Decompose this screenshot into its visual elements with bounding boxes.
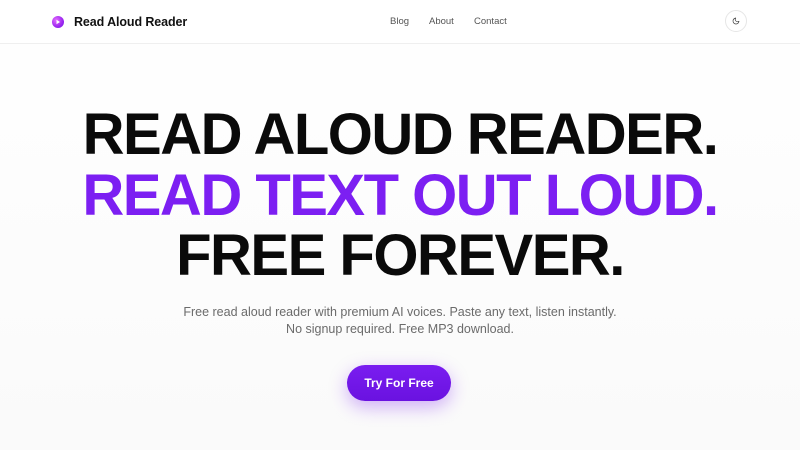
try-for-free-button[interactable]: Try For Free (347, 365, 451, 401)
main-nav: Blog About Contact (0, 14, 800, 30)
hero-heading-line-3: FREE FOREVER. (176, 223, 625, 288)
nav-link-blog[interactable]: Blog (390, 14, 409, 30)
nav-link-about[interactable]: About (429, 14, 454, 30)
site-header: Read Aloud Reader Blog About Contact (0, 0, 800, 44)
hero-heading-line-2: READ TEXT OUT LOUD. (82, 163, 719, 228)
hero-subtitle: Free read aloud reader with premium AI v… (183, 305, 617, 336)
moon-icon (732, 17, 740, 25)
hero-heading-line-1: READ ALOUD READER. (82, 102, 719, 167)
theme-toggle-button[interactable] (725, 10, 747, 32)
page: Read Aloud Reader Blog About Contact REA… (0, 0, 800, 450)
nav-link-contact[interactable]: Contact (474, 14, 507, 30)
